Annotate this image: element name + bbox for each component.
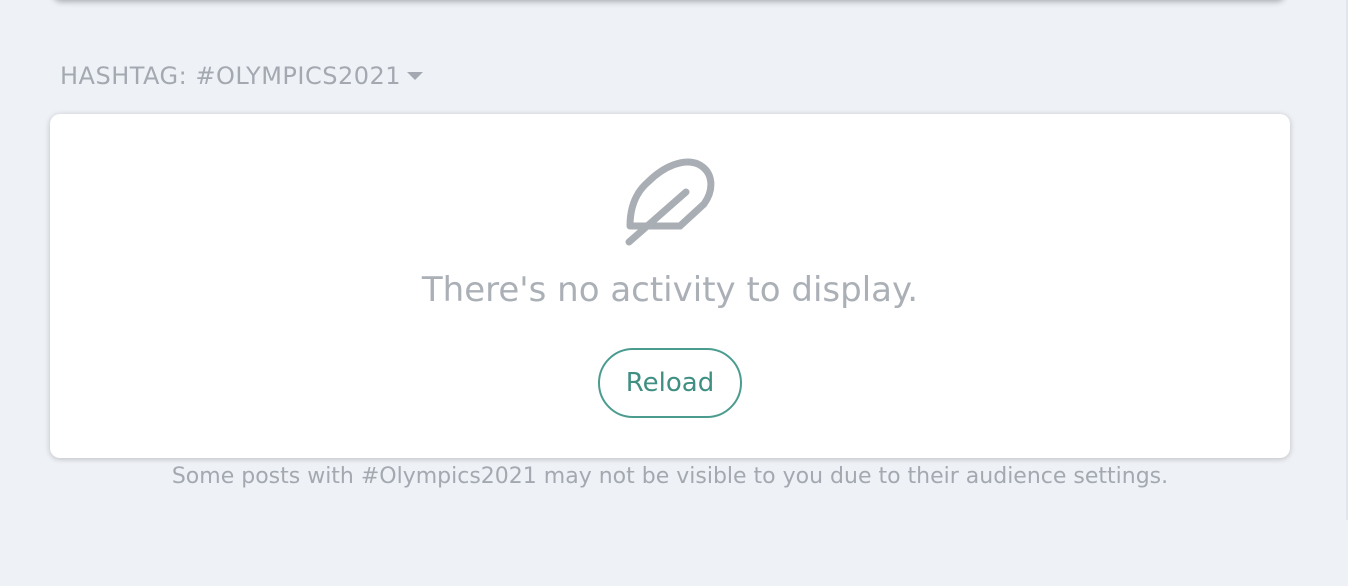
caret-down-icon bbox=[407, 72, 424, 80]
hashtag-title: HASHTAG: #OLYMPICS2021 bbox=[60, 62, 402, 90]
empty-state-message: There's no activity to display. bbox=[421, 270, 919, 310]
reload-button[interactable]: Reload bbox=[598, 348, 742, 418]
audience-visibility-note: Some posts with #Olympics2021 may not be… bbox=[171, 464, 1169, 489]
feather-icon bbox=[625, 158, 715, 246]
hashtag-dropdown[interactable]: HASHTAG: #OLYMPICS2021 bbox=[60, 60, 424, 92]
